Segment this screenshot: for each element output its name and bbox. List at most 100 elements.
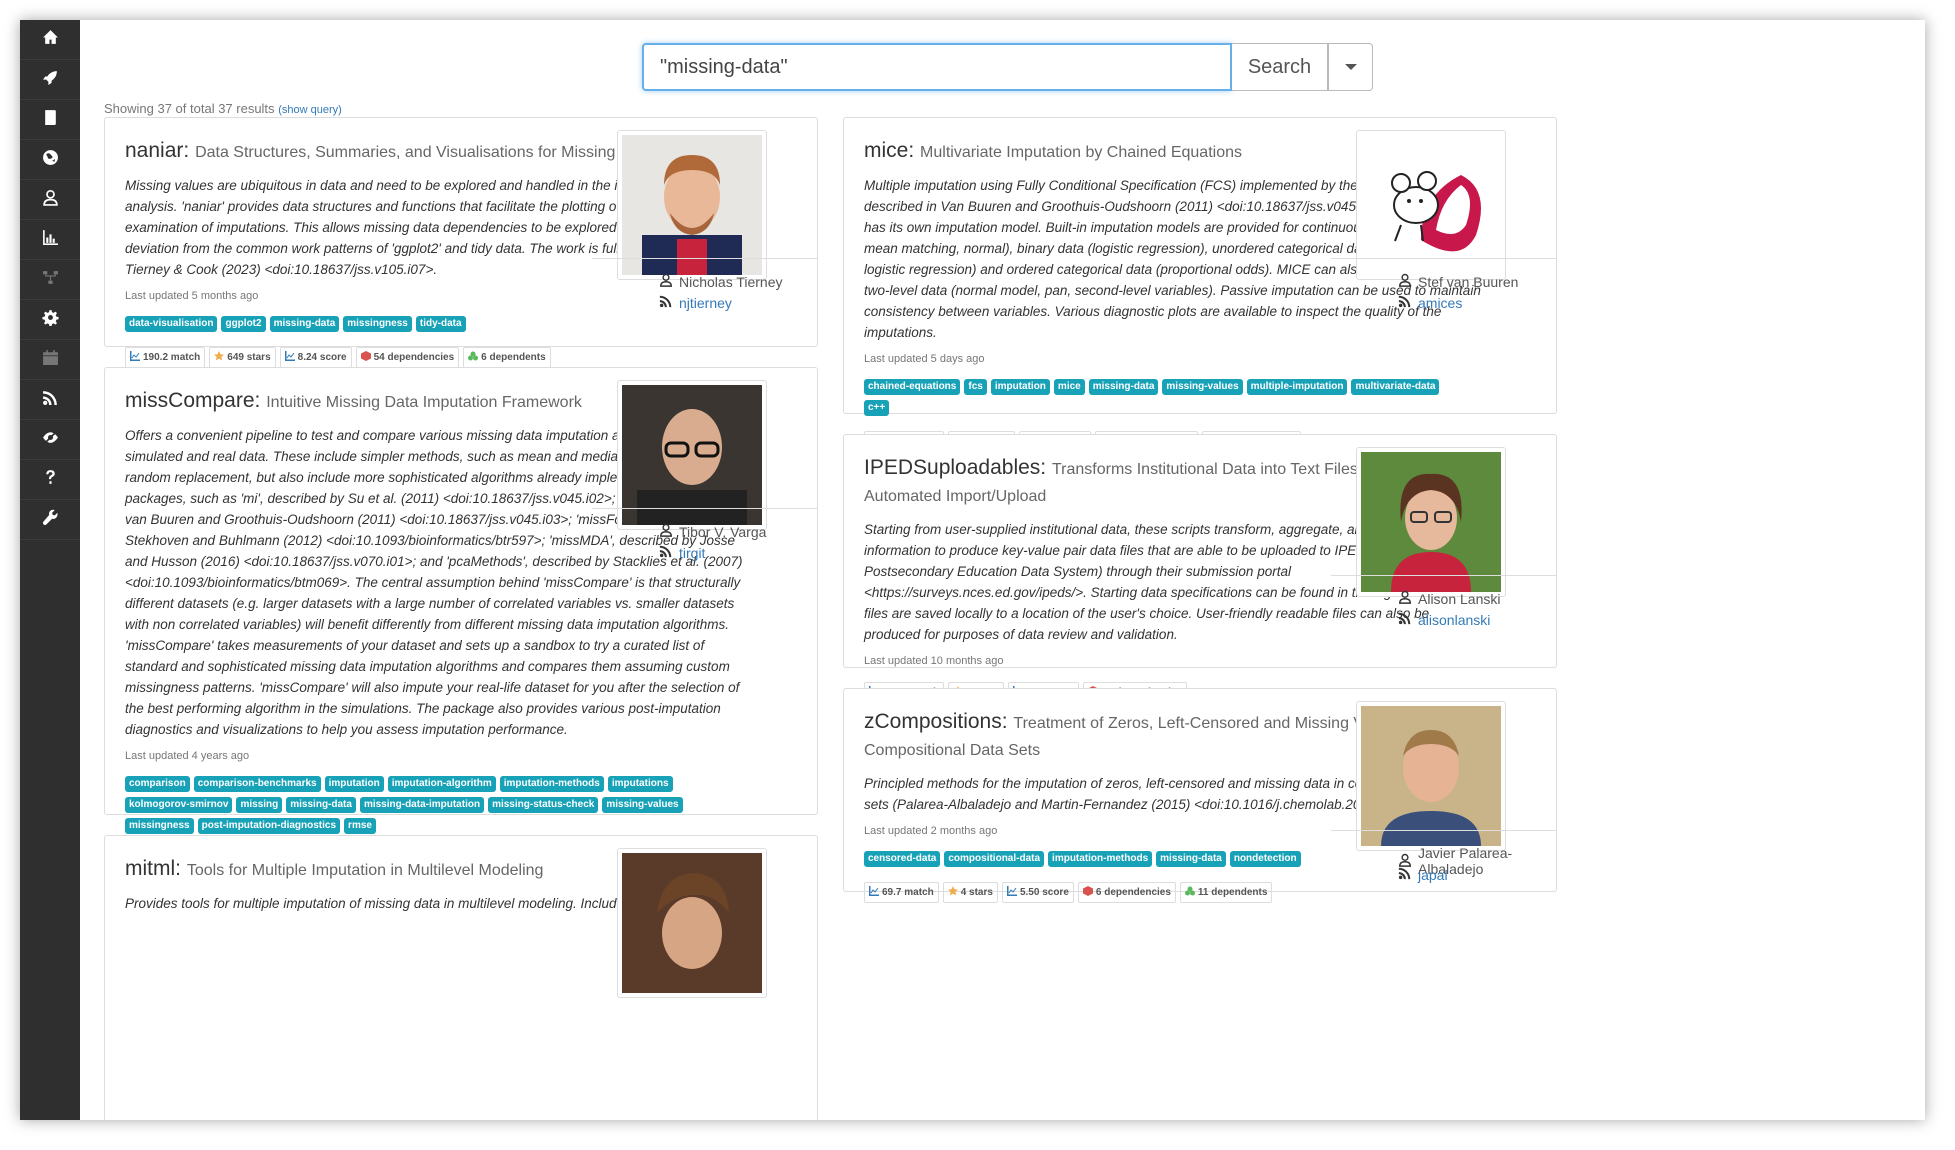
github-link[interactable]: alisonlanski bbox=[1398, 611, 1490, 628]
sidebar-item-chart[interactable] bbox=[20, 220, 80, 260]
tag[interactable]: rmse bbox=[344, 818, 376, 834]
sidebar-item-rocket[interactable] bbox=[20, 60, 80, 100]
divider bbox=[1331, 258, 1556, 259]
tag[interactable]: censored-data bbox=[864, 851, 941, 867]
stat-deps-text: 54 dependencies bbox=[373, 352, 455, 363]
tag[interactable]: nondetection bbox=[1229, 851, 1301, 867]
tag[interactable]: missing-data bbox=[286, 797, 356, 813]
sidebar bbox=[20, 20, 80, 1120]
sidebar-item-gear[interactable] bbox=[20, 300, 80, 340]
main-content: Search Showing 37 of total 37 results (s… bbox=[80, 20, 1925, 1120]
last-updated: Last updated 5 months ago bbox=[125, 290, 259, 302]
tag[interactable]: missing-values bbox=[1162, 379, 1243, 395]
tag[interactable]: fcs bbox=[964, 379, 987, 395]
rss-icon bbox=[1398, 611, 1412, 628]
divider bbox=[1331, 575, 1556, 576]
tag[interactable]: imputation bbox=[990, 379, 1050, 395]
show-query-link[interactable]: (show query) bbox=[278, 104, 342, 116]
package-name[interactable]: naniar: bbox=[125, 139, 189, 162]
wrench-icon bbox=[42, 509, 59, 531]
package-name[interactable]: mice: bbox=[864, 139, 914, 162]
github-link[interactable]: japal bbox=[1398, 866, 1448, 883]
sidebar-item-rss[interactable] bbox=[20, 380, 80, 420]
divider bbox=[592, 258, 817, 259]
tag[interactable]: tidy-data bbox=[415, 316, 466, 332]
last-updated: Last updated 4 years ago bbox=[125, 750, 250, 762]
tag[interactable]: c++ bbox=[864, 400, 890, 416]
avatar[interactable] bbox=[617, 848, 767, 998]
stat-deps: 54 dependencies bbox=[355, 347, 460, 368]
tag[interactable]: chained-equations bbox=[864, 379, 961, 395]
result-card: missCompare: Intuitive Missing Data Impu… bbox=[104, 367, 818, 870]
tag[interactable]: mice bbox=[1053, 379, 1085, 395]
github-link[interactable]: njtierney bbox=[659, 294, 732, 311]
tag[interactable]: compositional-data bbox=[944, 851, 1045, 867]
package-name[interactable]: mitml: bbox=[125, 857, 181, 880]
github-link[interactable]: tirgit bbox=[659, 544, 705, 561]
stat-match-text: 69.7 match bbox=[882, 887, 934, 898]
tag[interactable]: missingness bbox=[125, 818, 194, 834]
sidebar-item-eye[interactable] bbox=[20, 420, 80, 460]
divider bbox=[592, 508, 817, 509]
search-input[interactable] bbox=[642, 43, 1232, 91]
tag[interactable]: imputation-methods bbox=[499, 776, 604, 792]
package-name[interactable]: missCompare: bbox=[125, 389, 260, 412]
sidebar-item-book[interactable] bbox=[20, 100, 80, 140]
package-name[interactable]: IPEDSuploadables: bbox=[864, 456, 1046, 479]
result-card: mice: Multivariate Imputation by Chained… bbox=[843, 117, 1557, 452]
gear-icon bbox=[41, 309, 59, 331]
user-icon bbox=[1398, 273, 1412, 290]
tag[interactable]: missingness bbox=[343, 316, 412, 332]
tag[interactable]: kolmogorov-smirnov bbox=[125, 797, 233, 813]
search-options-dropdown[interactable] bbox=[1328, 43, 1373, 91]
author[interactable]: Tibor V. Varga bbox=[659, 523, 766, 540]
tag[interactable]: comparison bbox=[125, 776, 190, 792]
tag[interactable]: ggplot2 bbox=[221, 316, 266, 332]
book-icon bbox=[42, 109, 59, 131]
tag[interactable]: data-visualisation bbox=[125, 316, 218, 332]
result-card: mitml: Tools for Multiple Imputation in … bbox=[104, 835, 818, 1120]
tag[interactable]: comparison-benchmarks bbox=[193, 776, 321, 792]
author-name: Nicholas Tierney bbox=[679, 273, 783, 290]
github-user: njtierney bbox=[679, 294, 732, 311]
author-name: Stef van Buuren bbox=[1418, 273, 1519, 290]
stat-deps-text: 6 dependencies bbox=[1095, 887, 1171, 898]
author-name: Tibor V. Varga bbox=[679, 523, 767, 540]
search-button[interactable]: Search bbox=[1232, 43, 1328, 91]
package-subtitle: Intuitive Missing Data Imputation Framew… bbox=[266, 394, 582, 411]
tag-list: comparison comparison-benchmarks imputatio… bbox=[125, 776, 725, 834]
author[interactable]: Alison Lanski bbox=[1398, 590, 1501, 607]
tag[interactable]: missing-data-imputation bbox=[359, 797, 485, 813]
sidebar-item-network[interactable] bbox=[20, 260, 80, 300]
tag[interactable]: missing bbox=[236, 797, 283, 813]
github-link[interactable]: amices bbox=[1398, 294, 1462, 311]
stat-match: 69.7 match bbox=[864, 882, 939, 903]
tag[interactable]: missing-data bbox=[1088, 379, 1159, 395]
tag[interactable]: multivariate-data bbox=[1351, 379, 1440, 395]
stat-match-text: 190.2 match bbox=[143, 352, 201, 363]
avatar[interactable] bbox=[1356, 701, 1506, 851]
stat-stars: 4 stars bbox=[942, 882, 998, 903]
stat-deps-icon bbox=[360, 351, 371, 364]
stat-stars-text: 4 stars bbox=[960, 887, 993, 898]
sidebar-item-help[interactable] bbox=[20, 460, 80, 500]
package-name[interactable]: zCompositions: bbox=[864, 710, 1008, 733]
tag[interactable]: multiple-imputation bbox=[1246, 379, 1348, 395]
tag[interactable]: missing-data bbox=[269, 316, 340, 332]
tag[interactable]: imputation-methods bbox=[1048, 851, 1153, 867]
tag[interactable]: imputation bbox=[324, 776, 384, 792]
sidebar-item-user[interactable] bbox=[20, 180, 80, 220]
tag[interactable]: missing-status-check bbox=[488, 797, 599, 813]
tag[interactable]: imputation-algorithm bbox=[387, 776, 496, 792]
stat-score-text: 8.24 score bbox=[297, 352, 347, 363]
sidebar-item-home[interactable] bbox=[20, 20, 80, 60]
author[interactable]: Stef van Buuren bbox=[1398, 273, 1518, 290]
sidebar-item-calendar[interactable] bbox=[20, 340, 80, 380]
tag[interactable]: missing-values bbox=[602, 797, 683, 813]
tag[interactable]: missing-data bbox=[1156, 851, 1226, 867]
author[interactable]: Nicholas Tierney bbox=[659, 273, 783, 290]
sidebar-item-globe[interactable] bbox=[20, 140, 80, 180]
tag[interactable]: post-imputation-diagnostics bbox=[197, 818, 341, 834]
tag[interactable]: imputations bbox=[607, 776, 673, 792]
sidebar-item-wrench[interactable] bbox=[20, 500, 80, 540]
